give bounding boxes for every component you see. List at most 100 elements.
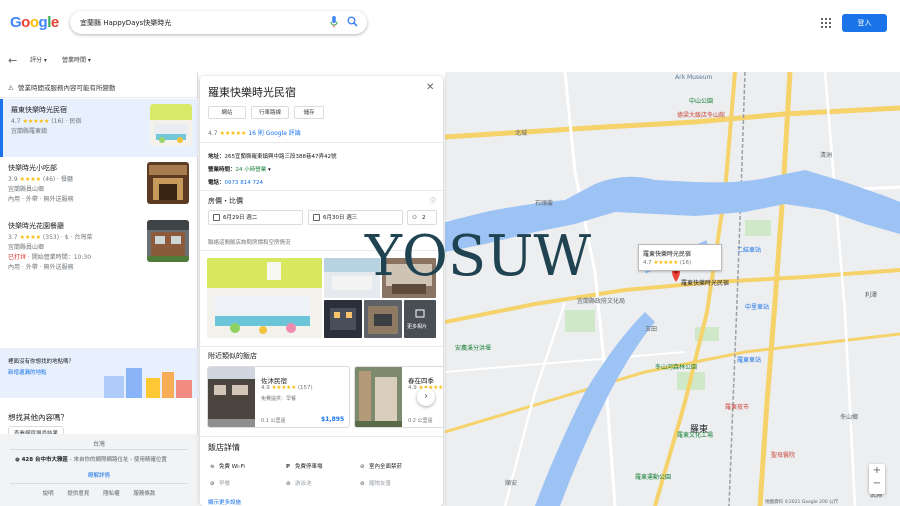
map-label: 北城 [515,130,528,137]
microphone-icon[interactable] [330,16,338,28]
wifi-icon: ≋ [210,464,215,470]
result-address: 宜蘭縣羅東鎮 [11,128,48,135]
footer-country: 台灣 [92,441,105,448]
zoom-control: + − [869,464,885,494]
map-label[interactable]: 冬山河森林公園 [655,362,697,371]
main-photo[interactable] [207,258,322,338]
map-label[interactable]: Ark Museum [675,74,712,81]
result-address: 宜蘭縣員山鄉 [8,244,45,251]
map-label[interactable]: 羅東運動公園 [635,472,671,481]
save-button[interactable]: 儲存 [294,106,324,119]
result-thumbnail[interactable] [147,220,189,262]
map-label[interactable]: 安農溪分洪堰 [455,343,491,352]
hotel-distance: 0.1 公里遠 [261,418,286,424]
covid-warning: ⚠ 營業時間或服務內容可能有所變動 [8,82,115,92]
filter-hours-label: 營業時間 [62,57,87,64]
map-label[interactable]: 宜蘭縣政府文化局 [577,296,625,305]
zoom-out-icon[interactable]: − [869,478,885,489]
sign-in-button[interactable]: 登入 [842,14,887,32]
map-copyright: 地圖資料 ©2021 Google 200 公尺 [765,500,839,505]
zoom-in-icon[interactable]: + [869,465,885,476]
google-logo[interactable]: Google [10,14,59,31]
place-address: 地址：265宜蘭縣羅東鎮興中路三段388巷47弄42號 [208,154,337,160]
apps-grid-icon[interactable] [821,18,831,28]
map-label: 石頭崙 [535,200,554,207]
hotel-amenity: 免費提供：早餐 [261,396,297,402]
guest-count[interactable]: ⚇ 2 [407,210,437,225]
result-hours: 已打烊 · 開始營業時間：10:30 [8,254,92,261]
website-button[interactable]: 網站 [208,106,246,119]
result-rating: 3.7 ★★★★ (353) · $ · 台灣菜 [8,234,93,241]
checkin-date[interactable]: 6月29日 週二 [208,210,303,225]
map-label[interactable]: 羅東夜市 [725,402,749,411]
map-label[interactable]: 聖母醫院 [771,450,795,459]
chevron-right-icon[interactable]: › [417,388,435,406]
more-photos-label[interactable]: 更多相片 [407,323,427,330]
unavailable-icon: ⊘ [286,481,291,487]
footer-help-link[interactable]: 說明 [43,491,54,497]
footer-privacy-link[interactable]: 隱私權 [103,491,120,497]
info-icon[interactable]: ⓘ [430,196,436,205]
result-thumbnail[interactable] [147,162,189,204]
hotel-name: 佐沐民宿 [261,377,287,385]
map-view[interactable]: Ark Museum 德梁大飯店冬山館 石頭崙 二結車站 宜蘭縣政府文化局 中里… [445,72,900,506]
add-missing-place-link[interactable]: 新增遺漏的地點 [8,368,47,376]
close-icon[interactable]: ✕ [426,82,434,93]
calendar-icon [313,214,320,221]
place-hours[interactable]: 營業時間：24 小時營業 ▾ [208,165,271,173]
nearby-hotel-card[interactable]: 佐沐民宿 4.9 ★★★★★ (157) 免費提供：早餐 0.1 公里遠 $1,… [207,366,350,428]
map-label[interactable]: 中山公園 [689,96,713,105]
promo-question: 裡面沒有你想找的地點嗎？ [8,359,75,365]
result-item[interactable]: 快樂時光小吃部 3.9 ★★★★ (46) · 餐廳 宜蘭縣員山鄉 內用 · 外… [0,157,198,215]
map-label: 冬山鄉 [840,414,859,421]
result-rating: 4.7 ★★★★★ (16) · 民宿 [11,118,82,125]
hotel-rating: 4.9 ★★★★★ (157) [261,385,313,391]
calendar-icon [213,214,220,221]
filter-hours[interactable]: 營業時間 ▾ [62,55,91,64]
map-label[interactable]: 二結車站 [737,245,761,254]
search-box[interactable]: 宜蘭縣 HappyDays快樂時光 [70,11,367,34]
checkout-date[interactable]: 6月30日 週三 [308,210,403,225]
footer-terms-link[interactable]: 服務條款 [133,491,155,497]
result-services: 內用 · 外帶 · 無外送服務 [8,264,74,271]
map-label[interactable]: 羅東文化工場 [677,430,713,439]
map-label[interactable]: 羅東車站 [737,355,761,364]
back-arrow-icon[interactable]: ← [8,54,17,67]
footer-location: ● 428 台中市大雅區 - 來自你的網際網路位址 - 使用精確位置 [15,457,167,463]
footer-feedback-link[interactable]: 提供意見 [67,491,89,497]
price-note: 聯絡這間飯店詢問房價和空房情況 [208,240,291,246]
place-phone: 電話：0973 814 724 [208,180,264,186]
result-thumbnail[interactable] [150,104,192,146]
divider [200,346,443,347]
amenity-pool: ⊘ 游泳池 [286,481,312,487]
learn-more-link[interactable]: 瞭解詳情 [0,471,198,479]
map-place-card[interactable]: 羅東快樂時光民宿 4.7 ★★★★★ (16) [638,244,722,271]
result-name: 快樂時光小吃部 [8,164,57,172]
hotel-name: 春在四季 [408,377,434,385]
night-photo[interactable] [324,300,362,338]
search-icon[interactable] [347,16,358,27]
more-amenities-link[interactable]: 顯示更多設施 [208,498,241,506]
result-address: 宜蘭縣員山鄉 [8,186,45,193]
filter-bar: ← 評分 ▾ 營業時間 ▾ [0,46,900,72]
map-label[interactable]: 德梁大飯店冬山館 [677,110,725,119]
exterior-photo[interactable] [364,300,402,338]
divider [200,436,443,437]
map-card-rating: 4.7 ★★★★★ (16) [643,260,692,266]
result-item[interactable]: 快樂時光花園餐廳 3.7 ★★★★ (353) · $ · 台灣菜 宜蘭縣員山鄉… [0,215,198,283]
map-label: 順安 [505,480,518,487]
map-pin-label[interactable]: 羅東快樂時光民宿 [681,278,729,287]
result-item[interactable]: 羅東快樂時光民宿 4.7 ★★★★★ (16) · 民宿 宜蘭縣羅東鎮 [0,99,198,157]
more-photos-tile[interactable] [404,300,436,338]
filter-rating-label: 評分 [30,57,43,64]
directions-button[interactable]: 行車路線 [251,106,289,119]
map-label[interactable]: 中里車站 [745,302,769,311]
reviews-link[interactable]: 16 則 Google 評論 [248,130,301,137]
filter-rating[interactable]: 評分 ▾ [30,55,47,64]
top-bar: Google 宜蘭縣 HappyDays快樂時光 登入 [0,0,900,46]
map-canvas[interactable] [445,72,900,506]
missing-place-promo: 裡面沒有你想找的地點嗎？ 新增遺漏的地點 [0,348,198,398]
search-input[interactable]: 宜蘭縣 HappyDays快樂時光 [80,18,171,28]
amenity-parking: P 免費停車場 [286,464,323,470]
map-label: 清洲 [820,152,833,159]
